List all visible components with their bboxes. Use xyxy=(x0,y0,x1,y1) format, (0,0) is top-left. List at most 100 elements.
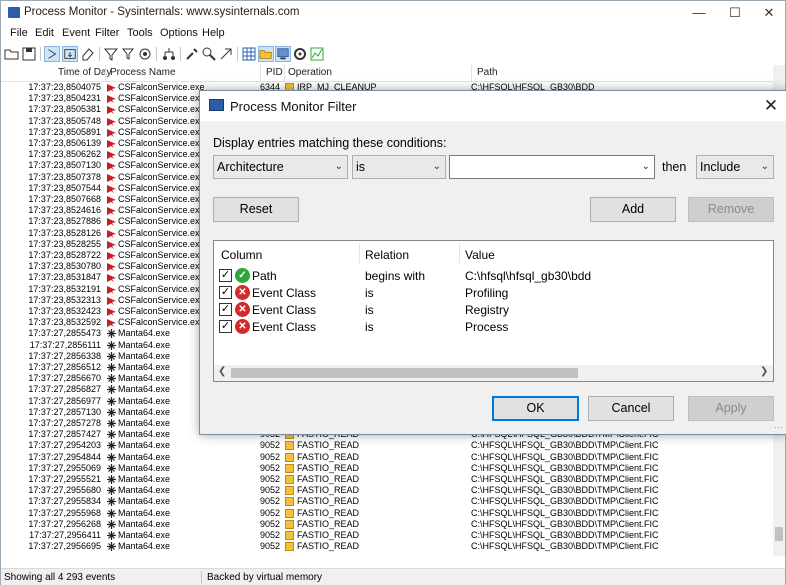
maximize-button[interactable]: ☐ xyxy=(717,1,753,25)
list-header-column[interactable]: Column xyxy=(221,248,262,262)
header-divider[interactable] xyxy=(471,65,472,81)
scroll-left-icon[interactable]: ❮ xyxy=(218,366,226,377)
process-cell: Manta64.exe xyxy=(118,507,171,518)
value-combobox[interactable]: ⌄ xyxy=(449,155,655,179)
scroll-right-icon[interactable]: ❯ xyxy=(760,366,768,377)
relation-select[interactable]: is ⌄ xyxy=(352,155,446,179)
clear-icon[interactable] xyxy=(80,46,96,62)
header-operation[interactable]: Operation xyxy=(288,67,332,78)
reset-button[interactable]: Reset xyxy=(213,197,299,222)
toolbar-separator xyxy=(99,47,100,61)
process-cell: Manta64.exe xyxy=(118,440,171,451)
resize-grip-icon[interactable]: ⋯ xyxy=(774,422,783,433)
list-header-relation[interactable]: Relation xyxy=(365,248,409,262)
remove-button[interactable]: Remove xyxy=(688,197,774,222)
header-path[interactable]: Path xyxy=(477,67,498,78)
table-row[interactable]: 17:37:27,2954844 Manta64.exe 9052 FASTIO_RE… xyxy=(1,452,773,463)
table-row[interactable]: 17:37:27,2955834 Manta64.exe 9052 FASTIO_RE… xyxy=(1,496,773,507)
table-row[interactable]: 17:37:27,2954203 Manta64.exe 9052 FASTIO_RE… xyxy=(1,440,773,451)
save-icon[interactable] xyxy=(21,46,37,62)
pid-cell: 9052 xyxy=(259,440,280,451)
filter-row[interactable]: ✓ ✕ Event Class is Registry xyxy=(214,301,773,318)
menu-filter[interactable]: Filter xyxy=(95,27,119,39)
manta-process-icon xyxy=(107,363,116,372)
operation-cell: FASTIO_READ xyxy=(297,530,360,540)
time-cell: 17:37:27,2955834 xyxy=(28,496,101,507)
relation-select-value: is xyxy=(356,160,366,174)
table-row[interactable]: 17:37:27,2955968 Manta64.exe 9052 FASTIO_RE… xyxy=(1,508,773,519)
header-pid[interactable]: PID xyxy=(266,67,283,78)
filter-icon[interactable] xyxy=(103,46,119,62)
scrollbar-thumb[interactable] xyxy=(775,527,783,541)
ok-button[interactable]: OK xyxy=(492,396,579,421)
close-button[interactable]: ✕ xyxy=(751,1,786,25)
time-cell: 17:37:27,2857427 xyxy=(28,429,101,440)
table-row[interactable]: 17:37:27,2956268 Manta64.exe 9052 FASTIO_RE… xyxy=(1,519,773,530)
list-header-divider[interactable] xyxy=(459,243,460,263)
filter-checkbox[interactable]: ✓ xyxy=(219,286,232,299)
falcon-process-icon xyxy=(107,173,116,182)
toolbar-separator xyxy=(180,47,181,61)
jump-icon[interactable] xyxy=(218,46,234,62)
filter-list[interactable]: Column Relation Value ✓ ✓ Path begins with C… xyxy=(213,240,774,382)
header-divider[interactable] xyxy=(105,65,106,81)
process-thread-icon[interactable] xyxy=(292,46,308,62)
horizontal-scrollbar[interactable]: ❮ ❯ xyxy=(214,365,773,381)
falcon-process-icon xyxy=(107,84,116,92)
header-divider[interactable] xyxy=(284,65,285,81)
profiling-icon[interactable] xyxy=(309,46,325,62)
falcon-process-icon xyxy=(107,184,116,193)
include-process-icon[interactable] xyxy=(137,46,153,62)
action-select[interactable]: Include ⌄ xyxy=(696,155,774,179)
find-icon[interactable] xyxy=(201,46,217,62)
process-tree-icon[interactable] xyxy=(161,46,177,62)
operation-cell: FASTIO_READ xyxy=(297,541,360,552)
filesystem-icon[interactable] xyxy=(258,46,274,62)
add-button[interactable]: Add xyxy=(590,197,676,222)
autoscroll-icon[interactable] xyxy=(62,46,78,62)
operation-cell: FASTIO_READ xyxy=(297,507,360,518)
list-header-value[interactable]: Value xyxy=(465,248,495,262)
table-row[interactable]: 17:37:27,2955680 Manta64.exe 9052 FASTIO_RE… xyxy=(1,485,773,496)
header-divider[interactable] xyxy=(260,65,261,81)
menu-event[interactable]: Event xyxy=(62,27,90,39)
table-row[interactable]: 17:37:27,2955521 Manta64.exe 9052 FASTIO_RE… xyxy=(1,474,773,485)
filter-column: Event Class xyxy=(252,303,317,317)
falcon-process-icon xyxy=(107,207,116,216)
table-row[interactable]: 17:37:27,2955069 Manta64.exe 9052 FASTIO_RE… xyxy=(1,463,773,474)
column-select[interactable]: Architecture ⌄ xyxy=(213,155,348,179)
dialog-close-button[interactable]: ✕ xyxy=(760,95,782,117)
operation-cell: FASTIO_READ xyxy=(297,451,360,462)
apply-button[interactable]: Apply xyxy=(688,396,774,421)
open-icon[interactable] xyxy=(4,46,20,62)
properties-icon[interactable] xyxy=(184,46,200,62)
filter-row[interactable]: ✓ ✕ Event Class is Process xyxy=(214,318,773,335)
menu-edit[interactable]: Edit xyxy=(35,27,54,39)
registry-icon[interactable] xyxy=(275,46,291,62)
menu-options[interactable]: Options xyxy=(160,27,198,39)
scrollbar-thumb[interactable] xyxy=(231,368,578,378)
filter-checkbox[interactable]: ✓ xyxy=(219,320,232,333)
filter-row[interactable]: ✓ ✕ Event Class is Profiling xyxy=(214,284,773,301)
process-cell: CSFalconService.exe xyxy=(118,238,205,249)
menu-file[interactable]: File xyxy=(10,27,28,39)
minimize-button[interactable]: — xyxy=(681,1,717,25)
filter-checkbox[interactable]: ✓ xyxy=(219,269,232,282)
manta-process-icon xyxy=(107,329,116,339)
menu-tools[interactable]: Tools xyxy=(127,27,153,39)
chevron-down-icon: ⌄ xyxy=(432,161,441,172)
menu-help[interactable]: Help xyxy=(202,27,225,39)
header-time[interactable]: Time of Day xyxy=(58,67,112,78)
highlight-icon[interactable] xyxy=(120,46,136,62)
network-icon[interactable] xyxy=(241,46,257,62)
cancel-button[interactable]: Cancel xyxy=(588,396,674,421)
path-cell: C:\HFSQL\HFSQL_GB30\BDD\TMP\Client.FIC xyxy=(471,530,659,540)
header-process[interactable]: Process Name xyxy=(110,67,176,78)
table-row[interactable]: 17:37:27,2956695 Manta64.exe 9052 FASTIO_RE… xyxy=(1,541,773,552)
table-row[interactable]: 17:37:27,2956411 Manta64.exe 9052 FASTIO_RE… xyxy=(1,530,773,541)
process-cell: CSFalconService.exe xyxy=(118,306,205,316)
filter-row[interactable]: ✓ ✓ Path begins with C:\hfsql\hfsql_gb30\bdd xyxy=(214,267,773,284)
capture-icon[interactable] xyxy=(44,46,60,62)
filter-checkbox[interactable]: ✓ xyxy=(219,303,232,316)
list-header-divider[interactable] xyxy=(359,243,360,263)
